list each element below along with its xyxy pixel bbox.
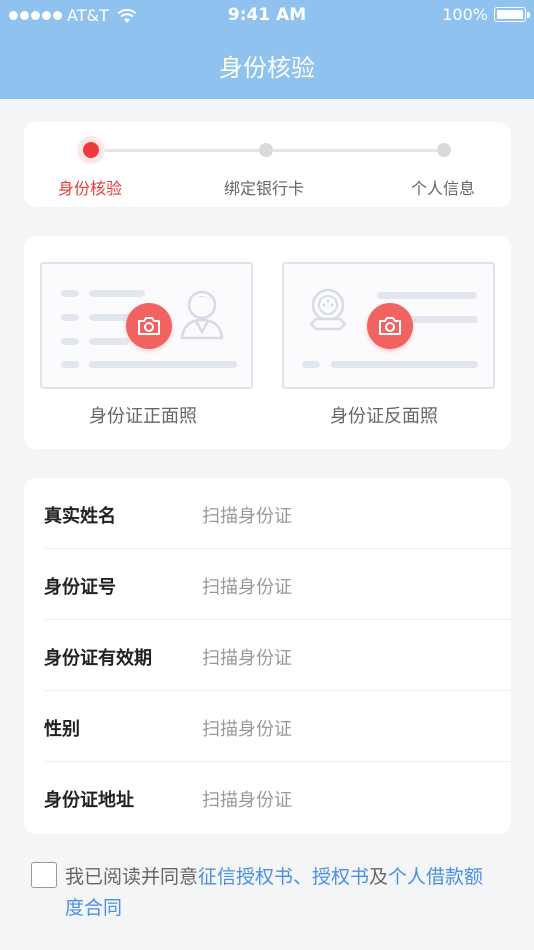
status-bar: AT&T 9:41 AM 100% xyxy=(0,0,534,30)
id-info-form: 真实姓名 扫描身份证 身份证号 扫描身份证 身份证有效期 扫描身份证 性别 扫描… xyxy=(24,478,511,834)
step-connector xyxy=(92,149,266,152)
header-bar: AT&T 9:41 AM 100% 身份核验 xyxy=(0,0,534,99)
step-dot-bank-card xyxy=(259,143,273,157)
step-label-bank-card: 绑定银行卡 xyxy=(224,179,305,198)
credit-authorization-link[interactable]: 征信授权书、授权书 xyxy=(198,866,369,888)
step-dot-personal-info xyxy=(437,143,451,157)
field-label: 身份证地址 xyxy=(44,790,134,811)
name-field[interactable]: 扫描身份证 xyxy=(202,502,292,528)
validity-field[interactable]: 扫描身份证 xyxy=(202,644,292,670)
front-camera-button[interactable] xyxy=(126,303,172,349)
step-connector xyxy=(266,149,444,152)
form-row-id-number[interactable]: 身份证号 扫描身份证 xyxy=(44,549,511,620)
step-label-identity: 身份核验 xyxy=(58,179,123,198)
id-back-label: 身份证反面照 xyxy=(330,406,438,427)
page-title: 身份核验 xyxy=(219,54,315,82)
address-field[interactable]: 扫描身份证 xyxy=(202,786,292,812)
form-row-name[interactable]: 真实姓名 扫描身份证 xyxy=(44,478,511,549)
agreement-prefix: 我已阅读并同意 xyxy=(65,866,199,888)
form-row-address[interactable]: 身份证地址 扫描身份证 xyxy=(44,762,511,833)
field-label: 真实姓名 xyxy=(44,506,116,527)
form-row-validity[interactable]: 身份证有效期 扫描身份证 xyxy=(44,620,511,691)
step-label-personal-info: 个人信息 xyxy=(411,179,476,198)
camera-icon xyxy=(379,317,401,335)
field-label: 性别 xyxy=(44,719,80,740)
battery-percent: 100% xyxy=(442,5,488,24)
emblem-icon xyxy=(309,288,347,331)
back-camera-button[interactable] xyxy=(367,303,413,349)
agreement-text: 我已阅读并同意征信授权书、授权书及个人借款额度合同 xyxy=(65,862,501,924)
field-label: 身份证号 xyxy=(44,577,116,598)
camera-icon xyxy=(138,317,160,335)
id-number-field[interactable]: 扫描身份证 xyxy=(202,573,292,599)
agreement-conjunction: 及 xyxy=(369,866,389,888)
gender-field[interactable]: 扫描身份证 xyxy=(202,715,292,741)
battery-icon xyxy=(494,7,530,22)
id-front-label: 身份证正面照 xyxy=(89,406,197,427)
agreement-checkbox[interactable] xyxy=(31,862,57,888)
field-label: 身份证有效期 xyxy=(44,648,152,669)
form-row-gender[interactable]: 性别 扫描身份证 xyxy=(44,691,511,762)
portrait-icon xyxy=(180,290,224,340)
step-dot-identity xyxy=(83,142,99,158)
